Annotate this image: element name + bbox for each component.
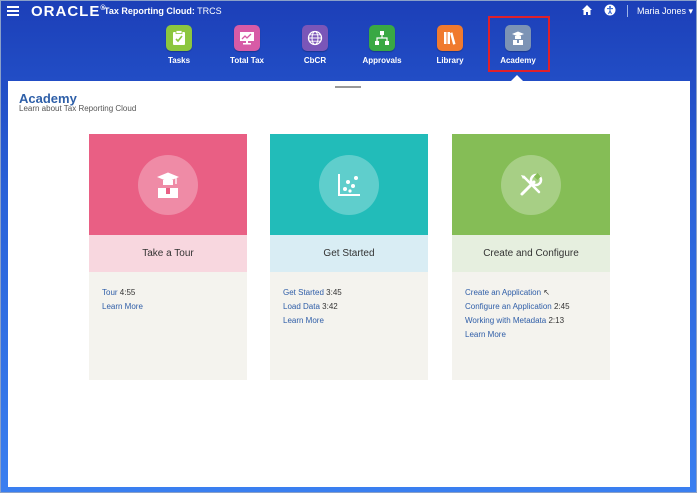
link-row: Learn More xyxy=(465,330,597,339)
nav-label: Total Tax xyxy=(230,56,264,65)
accessibility-icon[interactable] xyxy=(604,4,616,16)
duration: 2:13 xyxy=(548,316,565,325)
tasks-icon xyxy=(166,25,192,51)
configure-application-link[interactable]: Configure an Application xyxy=(465,302,552,311)
card-take-a-tour: Take a Tour Tour 4:55 Learn More xyxy=(89,134,247,380)
total-tax-icon xyxy=(234,25,260,51)
student-icon xyxy=(138,154,198,215)
nav-label: Approvals xyxy=(362,56,402,65)
top-bar: ORACLE® Tax Reporting Cloud: TRCS Maria … xyxy=(1,1,696,21)
card-links: Get Started 3:45 Load Data 3:42 Learn Mo… xyxy=(270,272,428,346)
link-row: Tour 4:55 xyxy=(102,288,234,297)
link-row: Load Data 3:42 xyxy=(283,302,415,311)
nav-item-cbcr[interactable]: CbCR xyxy=(286,25,344,65)
home-icon[interactable] xyxy=(581,4,593,16)
link-row: Configure an Application 2:45 xyxy=(465,302,597,311)
link-row: Learn More xyxy=(283,316,415,325)
cursor-icon: ↖ xyxy=(543,288,550,297)
working-with-metadata-link[interactable]: Working with Metadata xyxy=(465,316,546,325)
nav-label: CbCR xyxy=(303,56,327,65)
menu-icon[interactable] xyxy=(7,4,19,17)
nav-item-tasks[interactable]: Tasks xyxy=(150,25,208,65)
approvals-icon xyxy=(369,25,395,51)
library-icon xyxy=(437,25,463,51)
duration: 4:55 xyxy=(119,288,136,297)
card-title[interactable]: Get Started xyxy=(270,235,428,272)
link-row: Get Started 3:45 xyxy=(283,288,415,297)
learn-more-link[interactable]: Learn More xyxy=(283,316,324,325)
nav-label: Library xyxy=(436,56,464,65)
scatter-chart-icon xyxy=(319,154,379,215)
main-content: Academy Learn about Tax Reporting Cloud … xyxy=(8,81,690,487)
app-title: Tax Reporting Cloud: TRCS xyxy=(104,6,222,16)
link-row: Learn More xyxy=(102,302,234,311)
nav-label: Tasks xyxy=(167,56,191,65)
nav-item-approvals[interactable]: Approvals xyxy=(353,25,411,65)
card-hero[interactable] xyxy=(89,134,247,235)
header-divider xyxy=(627,5,628,17)
wrench-screwdriver-icon xyxy=(501,154,561,215)
page-subtitle: Learn about Tax Reporting Cloud xyxy=(19,104,137,113)
learn-more-link[interactable]: Learn More xyxy=(102,302,143,311)
card-links: Tour 4:55 Learn More xyxy=(89,272,247,332)
card-hero[interactable] xyxy=(270,134,428,235)
drag-handle[interactable] xyxy=(335,86,361,88)
get-started-link[interactable]: Get Started xyxy=(283,288,324,297)
card-links: Create an Application ↖ Configure an App… xyxy=(452,272,610,360)
cbcr-globe-icon xyxy=(302,25,328,51)
nav-item-total-tax[interactable]: Total Tax xyxy=(218,25,276,65)
app-window: ORACLE® Tax Reporting Cloud: TRCS Maria … xyxy=(0,0,697,493)
user-menu[interactable]: Maria Jones ▾ xyxy=(637,6,693,17)
selected-nav-highlight xyxy=(488,16,550,72)
tour-link[interactable]: Tour xyxy=(102,288,118,297)
card-create-and-configure: Create and Configure Create an Applicati… xyxy=(452,134,610,380)
duration: 2:45 xyxy=(553,302,570,311)
learn-more-link[interactable]: Learn More xyxy=(465,330,506,339)
link-row: Create an Application ↖ xyxy=(465,288,597,297)
card-title[interactable]: Take a Tour xyxy=(89,235,247,272)
nav-item-library[interactable]: Library xyxy=(421,25,479,65)
duration: 3:42 xyxy=(322,302,338,311)
card-title[interactable]: Create and Configure xyxy=(452,235,610,272)
card-hero[interactable] xyxy=(452,134,610,235)
oracle-logo: ORACLE® xyxy=(31,3,107,20)
duration: 3:45 xyxy=(326,288,342,297)
nav-bar: Tasks Total Tax CbCR Approvals Library A… xyxy=(1,25,696,71)
card-get-started: Get Started Get Started 3:45 Load Data 3… xyxy=(270,134,428,380)
load-data-link[interactable]: Load Data xyxy=(283,302,320,311)
link-row: Working with Metadata 2:13 xyxy=(465,316,597,325)
create-application-link[interactable]: Create an Application xyxy=(465,288,541,297)
